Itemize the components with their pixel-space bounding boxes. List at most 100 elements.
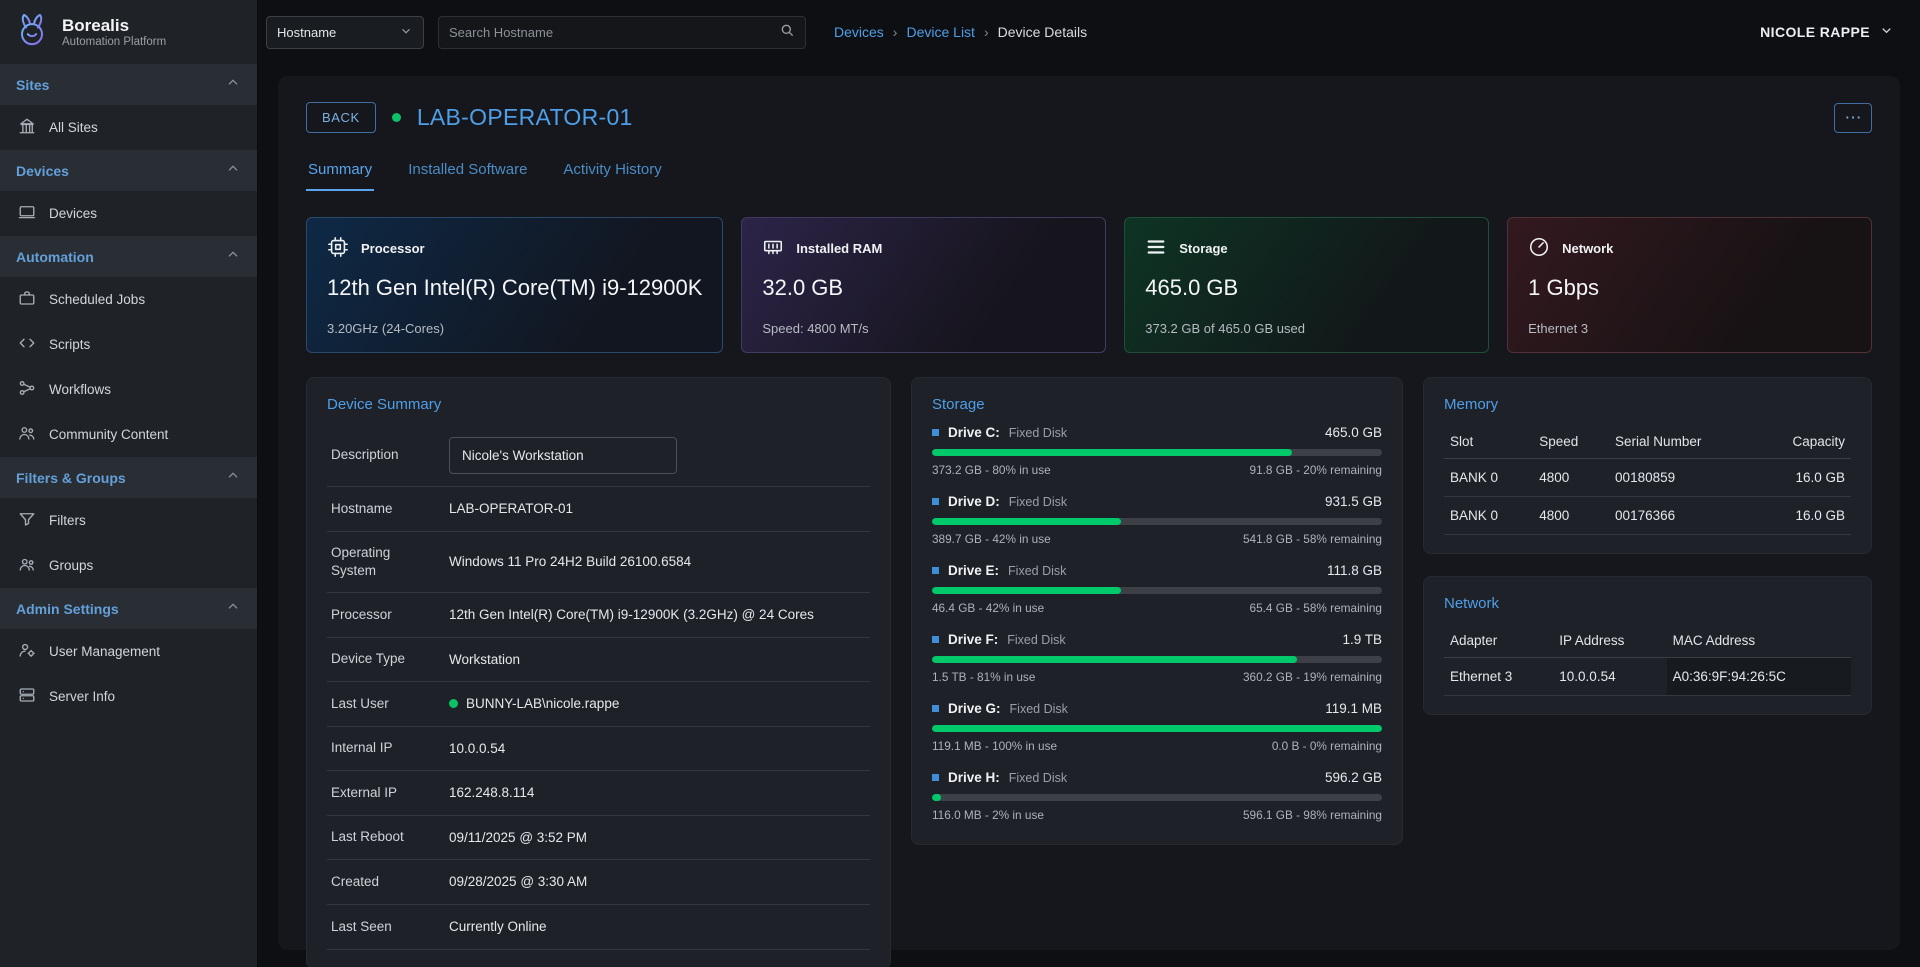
sidebar-item-user-management[interactable]: User Management — [0, 629, 257, 674]
section-label: Automation — [16, 249, 94, 265]
tab-installed-software[interactable]: Installed Software — [406, 153, 529, 191]
stat-value: 32.0 GB — [762, 275, 1085, 301]
drive-used: 119.1 MB - 100% in use — [932, 739, 1057, 753]
back-button[interactable]: BACK — [306, 102, 376, 133]
summary-label: Created — [331, 873, 449, 891]
stat-title: Installed RAM — [796, 241, 882, 256]
search-icon[interactable] — [779, 22, 795, 43]
stat-title: Processor — [361, 241, 425, 256]
drive-usage-bar — [932, 725, 1382, 732]
device-details-panel: BACK LAB-OPERATOR-01 ⋯ Summary Installed… — [278, 76, 1900, 950]
memory-header-serial: Serial Number — [1609, 425, 1755, 459]
building-icon — [18, 117, 36, 138]
breadcrumb-current: Device Details — [998, 24, 1087, 40]
more-actions-button[interactable]: ⋯ — [1834, 103, 1872, 133]
stat-title: Network — [1562, 241, 1613, 256]
drive-bullet-icon — [932, 636, 939, 643]
tab-activity-history[interactable]: Activity History — [561, 153, 663, 191]
hostname-filter-select[interactable]: Hostname — [266, 16, 424, 49]
memory-header-capacity: Capacity — [1755, 425, 1851, 459]
summary-value: Windows 11 Pro 24H2 Build 26100.6584 — [449, 552, 691, 572]
online-status-dot — [449, 699, 458, 708]
search-input[interactable] — [449, 25, 779, 40]
drive-usage-fill — [932, 518, 1121, 525]
people-icon — [18, 424, 36, 445]
summary-label: Last User — [331, 695, 449, 713]
ram-icon — [762, 236, 784, 261]
drive-total: 1.9 TB — [1342, 632, 1382, 647]
sidebar-item-server-info[interactable]: Server Info — [0, 674, 257, 719]
devices-icon — [18, 203, 36, 224]
sidebar-item-workflows[interactable]: Workflows — [0, 367, 257, 412]
summary-row-external-ip: External IP 162.248.8.114 — [327, 771, 870, 816]
drive-remaining: 0.0 B - 0% remaining — [1272, 739, 1382, 753]
summary-value: BUNNY-LAB\nicole.rappe — [449, 694, 619, 714]
sidebar-item-label: Devices — [49, 206, 97, 221]
user-menu[interactable]: NICOLE RAPPE — [1760, 23, 1894, 41]
code-icon — [18, 334, 36, 355]
sidebar-section-sites[interactable]: Sites — [0, 64, 257, 105]
topbar: Hostname Devices › Device List › Device … — [258, 0, 1920, 64]
memory-speed: 4800 — [1533, 497, 1609, 535]
drive-usage-fill — [932, 725, 1382, 732]
detail-columns: Device Summary Description Hostname LAB-… — [306, 377, 1872, 967]
sidebar-item-label: Scheduled Jobs — [49, 292, 145, 307]
last-user-value: BUNNY-LAB\nicole.rappe — [466, 694, 619, 714]
sidebar-item-scripts[interactable]: Scripts — [0, 322, 257, 367]
chevron-up-icon — [225, 75, 241, 94]
description-input[interactable] — [449, 437, 677, 474]
section-label: Devices — [16, 163, 69, 179]
summary-label: External IP — [331, 784, 449, 802]
breadcrumb-devices[interactable]: Devices — [834, 24, 884, 40]
chevron-up-icon — [225, 161, 241, 180]
sidebar-section-automation[interactable]: Automation — [0, 236, 257, 277]
drive-usage-bar — [932, 656, 1382, 663]
filter-icon — [18, 510, 36, 531]
sidebar-section-filters-groups[interactable]: Filters & Groups — [0, 457, 257, 498]
sidebar-item-label: Groups — [49, 558, 93, 573]
drive-usage-bar — [932, 449, 1382, 456]
drive-usage-bar — [932, 587, 1382, 594]
tab-summary[interactable]: Summary — [306, 153, 374, 191]
sidebar-item-scheduled-jobs[interactable]: Scheduled Jobs — [0, 277, 257, 322]
drive-total: 931.5 GB — [1325, 494, 1382, 509]
summary-row-hostname: Hostname LAB-OPERATOR-01 — [327, 487, 870, 532]
network-header-mac: MAC Address — [1667, 624, 1851, 658]
sidebar-item-filters[interactable]: Filters — [0, 498, 257, 543]
drive-type: Fixed Disk — [1009, 495, 1067, 509]
sidebar-item-community-content[interactable]: Community Content — [0, 412, 257, 457]
device-summary-card: Device Summary Description Hostname LAB-… — [306, 377, 891, 967]
main-area: Hostname Devices › Device List › Device … — [258, 0, 1920, 967]
app-root: Borealis Automation Platform Sites All S… — [0, 0, 1920, 967]
panel-header: BACK LAB-OPERATOR-01 ⋯ — [306, 102, 1872, 133]
drive-remaining: 596.1 GB - 98% remaining — [1243, 808, 1382, 822]
sidebar-section-admin-settings[interactable]: Admin Settings — [0, 588, 257, 629]
section-label: Admin Settings — [16, 601, 119, 617]
sidebar-item-label: Scripts — [49, 337, 90, 352]
breadcrumb-device-list[interactable]: Device List — [906, 24, 974, 40]
drive-row-c: Drive C: Fixed Disk 465.0 GB 373.2 GB - … — [932, 425, 1382, 477]
brand-name: Borealis — [62, 16, 166, 36]
sidebar-item-groups[interactable]: Groups — [0, 543, 257, 588]
drive-usage-bar — [932, 518, 1382, 525]
sidebar-section-devices[interactable]: Devices — [0, 150, 257, 191]
drive-row-d: Drive D: Fixed Disk 931.5 GB 389.7 GB - … — [932, 494, 1382, 546]
sidebar-item-all-sites[interactable]: All Sites — [0, 105, 257, 150]
drive-name: Drive H: — [948, 770, 1000, 785]
sidebar-item-devices[interactable]: Devices — [0, 191, 257, 236]
summary-value: 12th Gen Intel(R) Core(TM) i9-12900K (3.… — [449, 605, 814, 625]
workflow-icon — [18, 379, 36, 400]
memory-serial: 00180859 — [1609, 459, 1755, 497]
stat-title: Storage — [1179, 241, 1227, 256]
drive-bullet-icon — [932, 774, 939, 781]
drive-type: Fixed Disk — [1008, 564, 1066, 578]
user-name: NICOLE RAPPE — [1760, 24, 1870, 40]
memory-table: Slot Speed Serial Number Capacity BANK 0… — [1444, 425, 1851, 535]
drive-row-g: Drive G: Fixed Disk 119.1 MB 119.1 MB - … — [932, 701, 1382, 753]
drive-row-h: Drive H: Fixed Disk 596.2 GB 116.0 MB - … — [932, 770, 1382, 822]
chevron-up-icon — [225, 247, 241, 266]
stat-footer: Ethernet 3 — [1528, 321, 1851, 336]
stat-value: 12th Gen Intel(R) Core(TM) i9-12900K — [327, 275, 702, 301]
drive-used: 389.7 GB - 42% in use — [932, 532, 1051, 546]
drive-bullet-icon — [932, 567, 939, 574]
